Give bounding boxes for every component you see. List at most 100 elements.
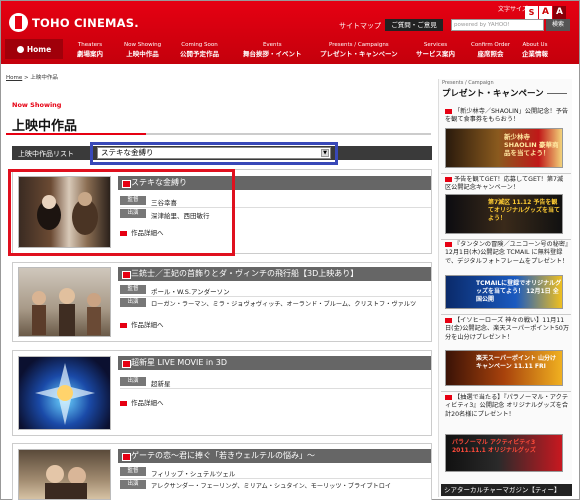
nav-jp-label: 舞台挨拶・イベント [243,50,302,58]
nav-about-us[interactable]: About Us 企業情報 [522,41,548,59]
banner-text: 新少林寺 SHAOLIN 豪華商品を当てよう！ [504,133,559,157]
flag-icon [445,241,452,247]
banner-text: パラノーマル アクティビティ3 2011.11.1 オリジナルグッズ [452,439,536,454]
cast-names: 超新星 [151,380,171,388]
campaign-item[interactable]: 「新少林寺／SHAOLIN」公開記念！予告を観て食事券をもらおう！ [445,108,569,125]
flag-icon [445,317,452,323]
nav-en-label: Coming Soon [181,42,218,48]
poster-figures [35,363,95,425]
breadcrumb-current: 上映中作品 [30,75,58,81]
movie-detail-link[interactable]: 作品詳細へ [120,319,164,329]
movie-title-bar[interactable]: 超新星 LIVE MOVIE in 3D [118,356,431,370]
toho-logo-icon [9,13,28,32]
flag-icon [445,108,452,114]
dropdown-highlight-box [90,142,338,165]
sidebar-title: プレゼント・キャンペーン [442,87,567,99]
nav-en-label: Services [423,42,448,48]
nav-en-label: Events [262,42,282,48]
sidebar-divider [441,239,571,240]
flag-icon [445,394,452,400]
campaign-text: 「新少林寺／SHAOLIN」公開記念！予告を観て食事券をもらおう！ [445,108,569,124]
nav-services[interactable]: Services サービス案内 [416,41,455,59]
campaign-banner[interactable]: 第7滅区 11.12 予告を観てオリジナルグッズを当てよう！ [445,194,563,234]
campaign-banner[interactable]: TCMAILに登録でオリジナルグッズを当てよう！ 12月1日 全国公開 [445,275,563,309]
sidebar-eyebrow: Presents / Campaign [442,80,494,86]
breadcrumb-home[interactable]: Home [6,75,22,81]
font-size-small-button[interactable]: S [525,6,538,19]
sitemap-link[interactable]: サイトマップ [339,21,381,31]
title-rule [546,93,567,94]
breadcrumb: Home > 上映中作品 [6,75,58,81]
section-eyebrow: Now Showing [12,101,62,109]
row-divider [120,478,431,479]
flag-icon [445,176,452,182]
movie-poster-image[interactable] [18,356,111,430]
search-input[interactable]: powered by YAHOO! [451,19,544,31]
campaign-banner[interactable]: パラノーマル アクティビティ3 2011.11.1 オリジナルグッズ [445,434,563,472]
row-divider [120,388,431,389]
director-name: フィリップ・シュテルツェル [151,470,236,478]
movie-title-bar[interactable]: ゲーテの恋～君に捧ぐ「若きウェルテルの悩み」～ [118,449,431,463]
campaign-text: 予告を観てGET！応募してGET！第7滅区公開記念キャンペーン！ [445,176,564,192]
director-name: ポール・W.S.アンダーソン [151,288,230,296]
nav-home[interactable]: Home [5,39,63,59]
poster-figures [45,465,87,499]
magazine-header[interactable]: シアターカルチャーマガジン【ティー】 [441,484,572,496]
movie-title-bar[interactable]: 三銃士／王妃の首飾りとダ・ヴィンチの飛行船【3D上映あり】 [118,267,431,281]
banner-text: TCMAILに登録でオリジナルグッズを当てよう！ 12月1日 全国公開 [476,280,562,303]
nav-jp-label: 上映中作品 [126,50,159,58]
nav-jp-label: 劇場案内 [77,50,103,58]
nav-en-label: About Us [522,42,548,48]
campaign-item[interactable]: 【イソヒーローズ 神々の戦い】11月11日(金)公開記念、楽天スーパーポイント5… [445,317,569,342]
nav-home-label: Home [26,44,52,54]
nav-presents[interactable]: Presents / Campaigns プレゼント・キャンペーン [320,41,398,59]
nav-coming-soon[interactable]: Coming Soon 公開予定作品 [180,41,219,59]
cast-names: ローガン・ラーマン、ミラ・ジョヴォヴィッチ、オーランド・ブルーム、クリストフ・ヴ… [151,301,417,308]
campaign-item[interactable]: 予告を観てGET！応募してGET！第7滅区公開記念キャンペーン！ [445,176,569,193]
nav-events[interactable]: Events 舞台挨拶・イベント [243,41,302,59]
nav-confirm-order[interactable]: Confirm Order 座席照会 [471,41,510,59]
nav-en-label: Theaters [77,42,103,48]
nav-jp-label: 企業情報 [522,50,548,58]
movie-list-label: 上映中作品リスト [18,150,74,158]
nav-en-label: Now Showing [124,42,162,48]
banner-text: 楽天スーパーポイント 山分けキャンペーン 11.11 FRI [476,355,557,370]
nav-jp-label: サービス案内 [416,50,455,58]
movie-poster-image[interactable] [18,267,111,337]
poster-figures [32,288,101,336]
font-size-large-button[interactable]: A [553,6,566,19]
movie-detail-link[interactable]: 作品詳細へ [120,397,164,407]
nav-theaters[interactable]: Theaters 劇場案内 [77,41,103,59]
campaign-banner[interactable]: 楽天スーパーポイント 山分けキャンペーン 11.11 FRI [445,350,563,386]
movie-title: 超新星 LIVE MOVIE in 3D [131,358,228,367]
global-nav: Home Theaters 劇場案内 Now Showing 上映中作品 Comin… [1,39,579,63]
home-icon [16,45,24,53]
banner-text: 第7滅区 11.12 予告を観てオリジナルグッズを当てよう！ [488,199,561,222]
nav-jp-label: 座席照会 [477,50,504,58]
campaign-text: 【イソヒーローズ 神々の戦い】11月11日(金)公開記念、楽天スーパーポイント5… [445,317,570,341]
nav-jp-label: 公開予定作品 [180,50,219,58]
director-tag: 監督 [120,467,146,476]
campaign-item[interactable]: 【抽選で当たる】『パラノーマル・アクティビティ3』公開記念 オリジナルグッズを合… [445,394,569,419]
campaign-text: 【抽選で当たる】『パラノーマル・アクティビティ3』公開記念 オリジナルグッズを合… [445,394,569,418]
cast-tag: 出演 [120,298,146,307]
movie-poster-image[interactable] [18,449,111,500]
cast-tag: 出演 [120,377,146,386]
search-button[interactable]: 検索 [546,19,570,31]
feedback-button[interactable]: ご質問・ご意見 [385,19,443,31]
campaign-text: 『タンタンの冒険／ユニコーン号の秘密』12月1日(木)公開記念 TCMAIL に… [445,241,569,265]
font-size-medium-button[interactable]: A [539,6,552,19]
movie-title: 三銃士／王妃の首飾りとダ・ヴィンチの飛行船【3D上映あり】 [131,269,359,278]
sidebar-divider [441,391,571,392]
cast-names: アレクサンダー・フェーリング、ミリアム・シュタイン、モーリッツ・ブライブトロイ [151,483,392,490]
campaign-item[interactable]: 『タンタンの冒険／ユニコーン号の秘密』12月1日(木)公開記念 TCMAIL に… [445,241,569,266]
toho-cinemas-logo[interactable]: TOHO CINEMAS. [9,13,139,32]
nav-now-showing[interactable]: Now Showing 上映中作品 [124,41,161,59]
sidebar-title-text: プレゼント・キャンペーン [442,89,544,99]
campaign-banner[interactable]: 新少林寺 SHAOLIN 豪華商品を当てよう！ [445,128,563,168]
sidebar-divider [441,173,571,174]
nav-jp-label: プレゼント・キャンペーン [320,50,398,58]
cast-tag: 出演 [120,480,146,489]
nav-en-label: Confirm Order [471,42,511,48]
row-divider [120,296,431,297]
